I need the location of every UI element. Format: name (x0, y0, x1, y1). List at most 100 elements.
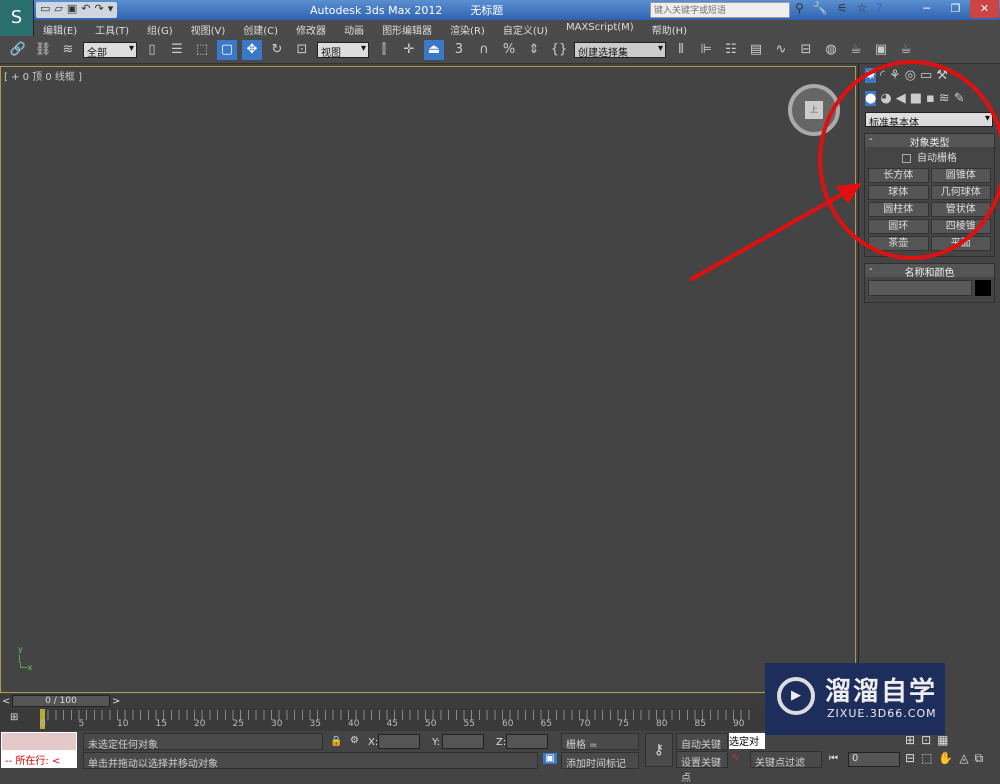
unlink-icon[interactable]: ⛓ (33, 40, 53, 60)
window-crossing-icon[interactable]: ▢ (217, 39, 237, 60)
viewport-label[interactable]: [ + 0 顶 0 线框 ] (4, 68, 82, 83)
viewcube[interactable]: 上 (788, 84, 840, 136)
rect-selection-icon[interactable]: ⬚ (192, 40, 212, 60)
object-color-swatch[interactable] (975, 280, 991, 296)
minimize-button[interactable]: ─ (912, 0, 941, 18)
angle-snap-icon[interactable]: ∩ (474, 40, 494, 60)
cameras-icon[interactable]: ■ (910, 91, 922, 106)
key-mode-dropdown[interactable]: 选定对象 (729, 733, 765, 749)
time-slider[interactable] (0, 694, 856, 708)
cone-button[interactable]: 圆锥体 (930, 168, 991, 183)
menu-help[interactable]: 帮助(H) (643, 20, 696, 37)
torus-button[interactable]: 圆环 (868, 219, 929, 234)
spinner-snap-icon[interactable]: ⇕ (524, 40, 544, 60)
go-to-start-icon[interactable]: ⏮ (829, 753, 838, 764)
align-icon[interactable]: ⊫ (696, 40, 716, 60)
y-coord-input[interactable] (442, 734, 484, 749)
snap-3d-icon[interactable]: 3 (449, 40, 469, 60)
display-tab-icon[interactable]: ▭ (920, 68, 932, 83)
absolute-mode-icon[interactable]: ⚙ (350, 735, 359, 746)
star-icon[interactable]: ☆ (857, 1, 868, 15)
link-icon[interactable]: 🔗 (8, 40, 28, 60)
select-scale-icon[interactable]: ⊡ (292, 40, 312, 60)
binoculars-icon[interactable]: ⚲ (795, 1, 804, 15)
edit-named-sets-icon[interactable]: {} (549, 40, 569, 60)
auto-key-button[interactable]: 自动关键点 (676, 733, 728, 766)
menu-edit[interactable]: 编辑(E) (34, 20, 86, 37)
select-object-icon[interactable]: ▯ (142, 40, 162, 60)
create-tab-icon[interactable]: ✸ (865, 68, 876, 83)
dropdown-icon[interactable]: ▾ (108, 2, 114, 18)
keyboard-shortcut-icon[interactable]: ⏏ (424, 39, 444, 60)
x-coord-input[interactable] (378, 734, 420, 749)
utilities-tab-icon[interactable]: ⚒ (936, 68, 948, 83)
systems-icon[interactable]: ✎ (954, 91, 965, 106)
maxscript-input[interactable] (2, 733, 76, 750)
object-name-input[interactable] (868, 280, 972, 296)
new-icon[interactable]: ▭ (40, 2, 50, 18)
material-editor-icon[interactable]: ◍ (821, 40, 841, 60)
menu-graph-editors[interactable]: 图形编辑器 (373, 20, 441, 37)
save-icon[interactable]: ▣ (67, 2, 77, 18)
menu-views[interactable]: 视图(V) (182, 20, 235, 37)
cylinder-button[interactable]: 圆柱体 (868, 202, 929, 217)
current-frame-input[interactable]: 0 (848, 752, 900, 767)
satellite-icon[interactable]: ⚟ (837, 1, 848, 15)
add-time-tag[interactable]: 添加时间标记 (561, 752, 639, 770)
named-selection-set-dropdown[interactable]: 创建选择集 (574, 41, 666, 59)
modify-tab-icon[interactable]: ◜ (880, 68, 885, 83)
menu-maxscript[interactable]: MAXScript(M) (557, 20, 643, 36)
set-key-icon[interactable]: ⚷ (645, 733, 673, 767)
lock-icon[interactable]: 🔒 (330, 736, 342, 747)
time-tag-icon[interactable]: ▣ (543, 753, 557, 764)
restore-button[interactable]: ❐ (941, 0, 970, 18)
render-setup-icon[interactable]: ☕ (846, 40, 866, 60)
open-icon[interactable]: ▱ (54, 2, 62, 18)
primitive-type-dropdown[interactable]: 标准基本体 (865, 112, 993, 129)
hierarchy-tab-icon[interactable]: ⚘ (889, 68, 901, 83)
time-next-button[interactable]: > (112, 696, 120, 707)
helpers-icon[interactable]: ▪ (926, 91, 935, 106)
help-icon[interactable]: ? (876, 1, 882, 15)
sphere-button[interactable]: 球体 (868, 185, 929, 200)
pivot-center-icon[interactable]: ⫿ (374, 40, 394, 60)
field-of-view-icon[interactable]: ⊟ (905, 751, 915, 766)
menu-create[interactable]: 创建(C) (234, 20, 287, 37)
spacewarps-icon[interactable]: ≋ (939, 91, 950, 106)
plane-button[interactable]: 平面 (930, 236, 991, 251)
undo-icon[interactable]: ↶ (81, 2, 90, 18)
menu-group[interactable]: 组(G) (138, 20, 182, 37)
menu-customize[interactable]: 自定义(U) (494, 20, 557, 37)
zoom-extents-all-icon[interactable]: ⊞ (905, 733, 915, 747)
bind-spacewarp-icon[interactable]: ≋ (58, 40, 78, 60)
box-button[interactable]: 长方体 (868, 168, 929, 183)
curve-editor-icon[interactable]: ∿ (771, 40, 791, 60)
motion-tab-icon[interactable]: ◎ (905, 68, 916, 83)
menu-modifiers[interactable]: 修改器 (287, 20, 335, 37)
key-tangent-icon[interactable]: ∿ (731, 752, 739, 763)
geometry-icon[interactable]: ● (865, 91, 877, 106)
wrench-icon[interactable]: 🔧 (813, 1, 828, 15)
rollout-header[interactable]: - 对象类型 (865, 134, 994, 149)
render-production-icon[interactable]: ☕ (896, 40, 916, 60)
autogrid-checkbox[interactable]: 自动栅格 (865, 149, 994, 164)
geosphere-button[interactable]: 几何球体 (930, 185, 991, 200)
shapes-icon[interactable]: ◕ (880, 91, 891, 106)
viewport-top[interactable] (0, 66, 856, 693)
layer-manager-icon[interactable]: ☷ (721, 40, 741, 60)
redo-icon[interactable]: ↷ (95, 2, 104, 18)
tube-button[interactable]: 管状体 (930, 202, 991, 217)
menu-tools[interactable]: 工具(T) (86, 20, 138, 37)
select-rotate-icon[interactable]: ↻ (267, 40, 287, 60)
pyramid-button[interactable]: 四棱锥 (930, 219, 991, 234)
close-button[interactable]: ✕ (970, 0, 999, 18)
percent-snap-icon[interactable]: % (499, 40, 519, 60)
pan-icon[interactable]: ✋ (938, 751, 953, 766)
select-move-icon[interactable]: ✥ (242, 39, 262, 60)
schematic-view-icon[interactable]: ⊟ (796, 40, 816, 60)
key-filters-button[interactable]: 关键点过滤器... (750, 751, 822, 768)
selection-filter-dropdown[interactable]: 全部 (83, 41, 137, 59)
set-key-button[interactable]: 设置关键点 (676, 751, 728, 784)
rendered-frame-icon[interactable]: ▣ (871, 40, 891, 60)
rollout-header[interactable]: - 名称和颜色 (865, 264, 994, 279)
